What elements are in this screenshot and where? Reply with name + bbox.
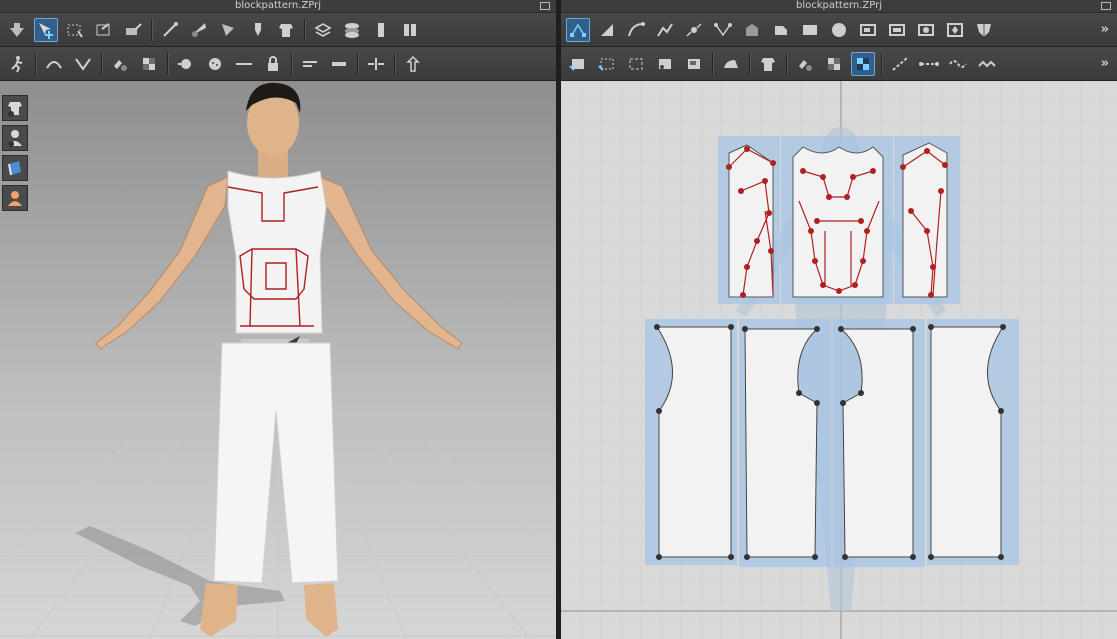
box-select-icon[interactable] <box>63 18 87 42</box>
cone-tool-icon[interactable] <box>216 18 240 42</box>
bar-icon[interactable] <box>327 52 351 76</box>
pattern-icon[interactable] <box>972 18 996 42</box>
walk-icon[interactable] <box>5 52 29 76</box>
line-measure-icon[interactable] <box>232 52 256 76</box>
camera-pencil-icon[interactable] <box>121 18 145 42</box>
move-pattern-icon[interactable] <box>566 52 590 76</box>
toolbar-separator <box>304 18 306 41</box>
circle-icon[interactable] <box>827 18 851 42</box>
rect-icon[interactable] <box>769 18 793 42</box>
3d-pane: blockpattern.ZPrj <box>0 0 556 639</box>
3d-viewport[interactable] <box>0 81 556 639</box>
2d-pane: blockpattern.ZPrj » » <box>561 0 1117 639</box>
toolbar-separator <box>357 52 359 75</box>
dashed-icon[interactable] <box>917 52 941 76</box>
iron-icon[interactable] <box>719 52 743 76</box>
3d-toolbar-row-2 <box>0 47 556 81</box>
2d-title-bar: blockpattern.ZPrj <box>561 0 1117 13</box>
layer-alt-icon[interactable] <box>340 18 364 42</box>
toolbar-separator <box>712 52 714 75</box>
bolt-icon[interactable] <box>369 18 393 42</box>
toolbar-separator <box>786 52 788 75</box>
toolbar-separator <box>151 18 153 41</box>
window-restore-icon[interactable] <box>1101 2 1111 10</box>
toolbar-separator <box>291 52 293 75</box>
toolbar-separator <box>394 52 396 75</box>
more-tools-icon[interactable]: » <box>1101 22 1109 37</box>
arrows-icon[interactable] <box>401 52 425 76</box>
triangle-icon[interactable] <box>595 18 619 42</box>
skin-view-icon[interactable] <box>2 185 28 211</box>
cloth-brush-icon[interactable] <box>108 52 132 76</box>
floor-grid <box>0 440 556 639</box>
fold-icon[interactable] <box>71 52 95 76</box>
segment-icon[interactable] <box>711 18 735 42</box>
down-arrow-icon[interactable] <box>5 18 29 42</box>
curve-edit-icon[interactable] <box>624 18 648 42</box>
rect-frame-icon[interactable] <box>885 18 909 42</box>
toolbar-separator <box>167 52 169 75</box>
garment-icon[interactable] <box>274 18 298 42</box>
toolbar-separator <box>101 52 103 75</box>
point-icon[interactable] <box>682 18 706 42</box>
toolbar-separator <box>881 52 883 75</box>
lock-icon[interactable] <box>261 52 285 76</box>
wave-icon[interactable] <box>946 52 970 76</box>
upper-pattern-group[interactable] <box>718 136 960 304</box>
toolbar-separator <box>749 52 751 75</box>
sew-tag-icon[interactable] <box>682 52 706 76</box>
curve-icon[interactable] <box>42 52 66 76</box>
edit-mesh-icon[interactable] <box>92 18 116 42</box>
2d-toolbar-row-1: » <box>561 13 1117 47</box>
polyline-icon[interactable] <box>653 18 677 42</box>
shield-icon[interactable] <box>914 18 938 42</box>
button-icon[interactable] <box>203 52 227 76</box>
2d-pattern-viewport[interactable] <box>561 81 1117 639</box>
layer-stack-icon[interactable] <box>311 18 335 42</box>
more-tools-icon[interactable]: » <box>1101 56 1109 71</box>
mark-icon[interactable] <box>298 52 322 76</box>
texture-icon[interactable] <box>822 52 846 76</box>
app-window: blockpattern.ZPrj blockpattern.ZPrj » » <box>0 0 1117 639</box>
diagonal-icon[interactable] <box>888 52 912 76</box>
offset-icon[interactable] <box>595 52 619 76</box>
2d-window-title: blockpattern.ZPrj <box>795 0 883 11</box>
pattern-piece-front-bodice[interactable] <box>792 146 884 298</box>
fabric-view-icon[interactable] <box>2 155 28 181</box>
3d-side-tools <box>2 95 28 215</box>
3d-window-title: blockpattern.ZPrj <box>234 0 322 11</box>
shirt-icon[interactable] <box>756 52 780 76</box>
line-tool-icon[interactable] <box>158 18 182 42</box>
split-icon[interactable] <box>398 18 422 42</box>
3d-toolbar-row-1 <box>0 13 556 47</box>
sew-icon[interactable] <box>624 52 648 76</box>
select-points-icon[interactable] <box>566 17 590 42</box>
pattern-piece-sleeve-right[interactable] <box>902 142 948 298</box>
window-restore-icon[interactable] <box>540 2 550 10</box>
blade-icon[interactable] <box>187 18 211 42</box>
paint-icon[interactable] <box>793 52 817 76</box>
zigzag-icon[interactable] <box>975 52 999 76</box>
square-icon[interactable] <box>798 18 822 42</box>
toolbar-separator <box>35 52 37 75</box>
strap-icon[interactable] <box>364 52 388 76</box>
3d-title-bar: blockpattern.ZPrj <box>0 0 556 13</box>
garment-view-icon[interactable] <box>2 95 28 121</box>
edit-points-icon[interactable] <box>740 18 764 42</box>
pin-icon[interactable] <box>245 18 269 42</box>
checker-icon[interactable] <box>137 52 161 76</box>
select-transform-icon[interactable] <box>34 17 58 42</box>
sew-alt-icon[interactable] <box>653 52 677 76</box>
avatar-view-icon[interactable] <box>2 125 28 151</box>
button-point-icon[interactable] <box>174 52 198 76</box>
diamond-icon[interactable] <box>943 18 967 42</box>
texture-active-icon[interactable] <box>851 51 875 76</box>
2d-toolbar-row-2: » <box>561 47 1117 81</box>
rounded-rect-icon[interactable] <box>856 18 880 42</box>
